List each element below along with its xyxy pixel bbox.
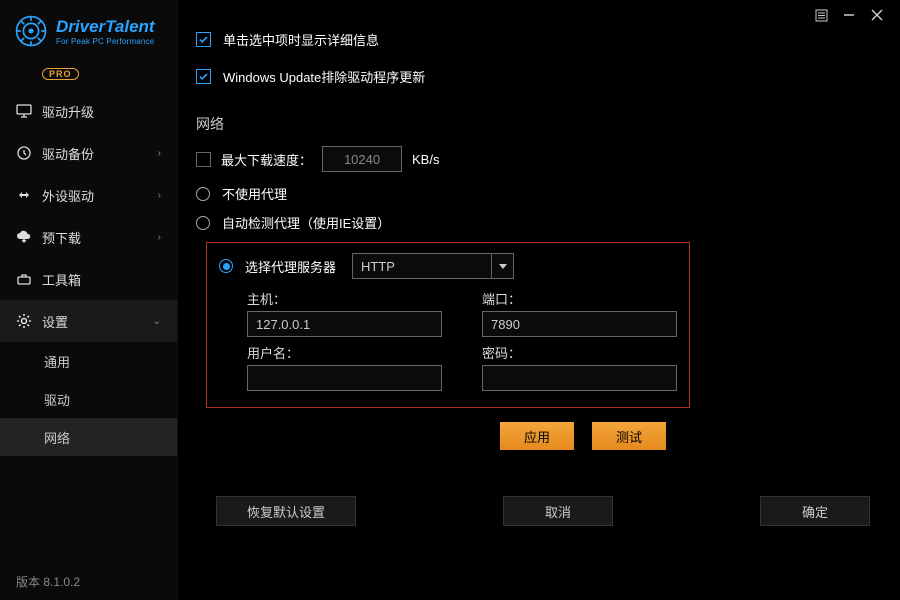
ok-button[interactable]: 确定 (760, 496, 870, 526)
close-icon[interactable] (870, 8, 884, 22)
chevron-down-icon[interactable] (492, 253, 514, 279)
sidebar-item-predownload[interactable]: 预下载 › (0, 216, 177, 258)
pro-badge: PRO (42, 68, 79, 80)
label-max-speed: 最大下载速度： (221, 150, 312, 169)
sub-item-network[interactable]: 网络 (0, 418, 177, 456)
cloud-download-icon (16, 229, 32, 245)
apply-button[interactable]: 应用 (500, 422, 574, 450)
nav-label: 外设驱动 (42, 186, 94, 205)
sidebar-item-toolbox[interactable]: 工具箱 (0, 258, 177, 300)
usb-icon (16, 187, 32, 203)
label-port: 端口： (482, 289, 677, 308)
sub-item-driver[interactable]: 驱动 (0, 380, 177, 418)
sidebar-item-driver-backup[interactable]: 驱动备份 › (0, 132, 177, 174)
nav-label: 驱动备份 (42, 144, 94, 163)
radio-select-proxy[interactable] (219, 259, 233, 273)
chevron-right-icon: › (158, 232, 161, 243)
label-speed-unit: KB/s (412, 152, 439, 167)
section-title-network: 网络 (196, 114, 900, 134)
checkbox-label: 单击选中项时显示详细信息 (223, 30, 379, 49)
chevron-right-icon: › (158, 148, 161, 159)
checkbox-max-speed[interactable] (196, 152, 211, 167)
cancel-button[interactable]: 取消 (503, 496, 613, 526)
radio-no-proxy[interactable] (196, 187, 210, 201)
monitor-icon (16, 103, 32, 119)
nav-label: 预下载 (42, 228, 81, 247)
radio-label: 不使用代理 (222, 184, 287, 203)
chevron-right-icon: › (158, 190, 161, 201)
input-port[interactable] (482, 311, 677, 337)
sidebar-item-driver-upgrade[interactable]: 驱动升级 (0, 90, 177, 132)
label-password: 密码： (482, 343, 677, 362)
version-text: 版本 8.1.0.2 (0, 563, 177, 600)
brand-subtitle: For Peak PC Performance (56, 37, 155, 46)
input-username[interactable] (247, 365, 442, 391)
sidebar-item-settings[interactable]: 设置 ⌄ (0, 300, 177, 342)
checkbox-show-detail[interactable] (196, 32, 211, 47)
input-max-speed[interactable] (322, 146, 402, 172)
select-proxy-type[interactable]: HTTP (352, 253, 492, 279)
checkbox-label: Windows Update排除驱动程序更新 (223, 67, 425, 86)
input-password[interactable] (482, 365, 677, 391)
chevron-down-icon: ⌄ (153, 316, 161, 327)
radio-label: 选择代理服务器 (245, 257, 336, 276)
toolbox-icon (16, 271, 32, 287)
settings-subnav: 通用 驱动 网络 (0, 342, 177, 456)
titlebar (798, 0, 900, 30)
checkbox-wu-exclude[interactable] (196, 69, 211, 84)
nav-label: 设置 (42, 312, 68, 331)
gear-logo-icon (14, 14, 48, 48)
brand-logo: DriverTalent For Peak PC Performance (0, 0, 177, 66)
nav-label: 驱动升级 (42, 102, 94, 121)
input-host[interactable] (247, 311, 442, 337)
minimize-icon[interactable] (842, 8, 856, 22)
sub-item-general[interactable]: 通用 (0, 342, 177, 380)
nav: 驱动升级 驱动备份 › 外设驱动 › 预下载 › 工具箱 (0, 90, 177, 456)
label-username: 用户名： (247, 343, 442, 362)
label-host: 主机： (247, 289, 442, 308)
radio-auto-proxy[interactable] (196, 216, 210, 230)
brand-title: DriverTalent (56, 17, 155, 37)
menu-icon[interactable] (814, 8, 828, 22)
clock-icon (16, 145, 32, 161)
main-panel: 单击选中项时显示详细信息 Windows Update排除驱动程序更新 网络 最… (178, 0, 900, 600)
proxy-config-box: 选择代理服务器 HTTP 主机： 端口： (206, 242, 690, 408)
settings-icon (16, 313, 32, 329)
radio-label: 自动检测代理（使用IE设置） (222, 213, 390, 232)
nav-label: 工具箱 (42, 270, 81, 289)
sidebar: DriverTalent For Peak PC Performance PRO… (0, 0, 178, 600)
test-button[interactable]: 测试 (592, 422, 666, 450)
sidebar-item-peripheral[interactable]: 外设驱动 › (0, 174, 177, 216)
restore-defaults-button[interactable]: 恢复默认设置 (216, 496, 356, 526)
